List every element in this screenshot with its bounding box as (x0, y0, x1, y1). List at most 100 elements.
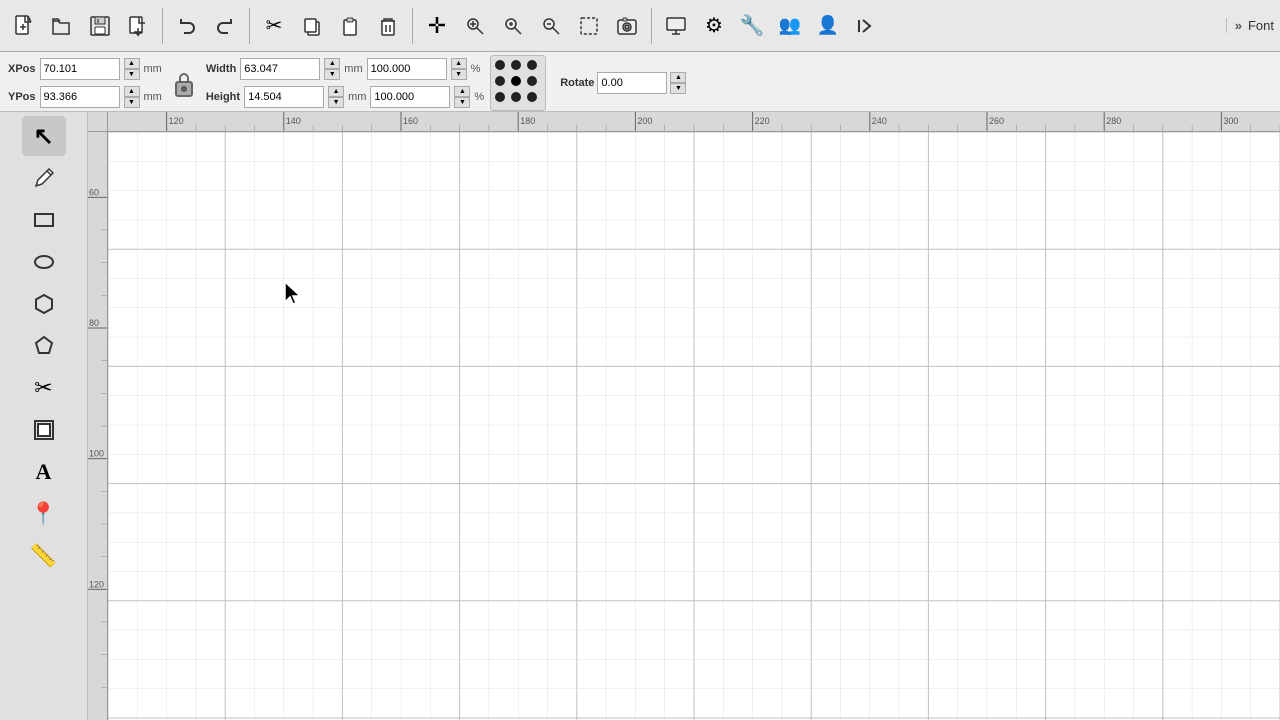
dot-tr[interactable] (527, 60, 537, 70)
paste-button[interactable] (332, 8, 368, 44)
xpos-down[interactable]: ▼ (124, 69, 140, 80)
rotate-input[interactable] (597, 72, 667, 94)
svg-text:200: 200 (637, 116, 652, 126)
save-file-button[interactable] (82, 8, 118, 44)
rotate-up[interactable]: ▲ (670, 72, 686, 83)
dot-tc[interactable] (511, 60, 521, 70)
dot-bl[interactable] (495, 92, 505, 102)
width-pct-down[interactable]: ▼ (451, 69, 467, 80)
zoom-out-button[interactable] (533, 8, 569, 44)
svg-text:160: 160 (403, 116, 418, 126)
svg-text:240: 240 (872, 116, 887, 126)
width-pct-up[interactable]: ▲ (451, 58, 467, 69)
text-tool-button[interactable]: A (22, 452, 66, 492)
width-spinner[interactable]: ▲ ▼ (324, 58, 340, 80)
select-all-button[interactable] (571, 8, 607, 44)
users-button[interactable]: 👥 (772, 8, 808, 44)
height-pct-symbol: % (474, 91, 484, 103)
height-up[interactable]: ▲ (328, 86, 344, 97)
rotate-group: Rotate ▲ ▼ (560, 72, 686, 94)
svg-text:140: 140 (286, 116, 301, 126)
height-pct-up[interactable]: ▲ (454, 86, 470, 97)
undo-button[interactable] (169, 8, 205, 44)
xpos-up[interactable]: ▲ (124, 58, 140, 69)
hexagon-tool-button[interactable] (22, 284, 66, 324)
ruler-corner (88, 112, 108, 132)
ypos-spinner[interactable]: ▲ ▼ (124, 86, 140, 108)
import-button[interactable] (120, 8, 156, 44)
height-down[interactable]: ▼ (328, 97, 344, 108)
width-up[interactable]: ▲ (324, 58, 340, 69)
export-button[interactable] (848, 8, 884, 44)
settings-button[interactable]: ⚙ (696, 8, 732, 44)
redo-button[interactable] (207, 8, 243, 44)
dot-mr[interactable] (527, 76, 537, 86)
height-pct-spinner[interactable]: ▲ ▼ (454, 86, 470, 108)
height-spinner[interactable]: ▲ ▼ (328, 86, 344, 108)
monitor-button[interactable] (658, 8, 694, 44)
new-file-button[interactable] (6, 8, 42, 44)
dot-ml[interactable] (495, 76, 505, 86)
grid-svg (108, 132, 1280, 720)
ypos-down[interactable]: ▼ (124, 97, 140, 108)
width-input[interactable] (240, 58, 320, 80)
move-button[interactable]: ✛ (419, 8, 455, 44)
tools-button[interactable]: 🔧 (734, 8, 770, 44)
height-unit: mm (348, 91, 366, 103)
height-input[interactable] (244, 86, 324, 108)
font-label[interactable]: Font (1248, 18, 1274, 33)
cut-button[interactable]: ✂ (256, 8, 292, 44)
sep4 (651, 8, 652, 44)
ypos-unit: mm (144, 91, 162, 103)
polygon-tool-button[interactable] (22, 326, 66, 366)
frame-tool-button[interactable] (22, 410, 66, 450)
rotate-down[interactable]: ▼ (670, 83, 686, 94)
width-unit: mm (344, 63, 362, 75)
height-pct-down[interactable]: ▼ (454, 97, 470, 108)
properties-bar: XPos ▲ ▼ mm YPos ▲ ▼ mm (0, 52, 1280, 112)
svg-text:260: 260 (989, 116, 1004, 126)
rectangle-tool-button[interactable] (22, 200, 66, 240)
select-tool-button[interactable]: ↖ (22, 116, 66, 156)
user-button[interactable]: 👤 (810, 8, 846, 44)
pin-tool-button[interactable]: 📍 (22, 494, 66, 534)
height-pct-input[interactable] (370, 86, 450, 108)
open-file-button[interactable] (44, 8, 80, 44)
svg-text:100: 100 (89, 449, 104, 459)
pencil-tool-button[interactable] (22, 158, 66, 198)
width-down[interactable]: ▼ (324, 69, 340, 80)
delete-button[interactable] (370, 8, 406, 44)
xpos-label: XPos (8, 63, 36, 75)
svg-text:280: 280 (1106, 116, 1121, 126)
width-pct-spinner[interactable]: ▲ ▼ (451, 58, 467, 80)
object-position-grid[interactable] (490, 55, 546, 111)
svg-text:120: 120 (169, 116, 184, 126)
dot-mc[interactable] (511, 76, 521, 86)
lock-icon[interactable] (168, 63, 200, 103)
ruler-tool-button[interactable]: 📏 (22, 536, 66, 576)
xpos-input[interactable] (40, 58, 120, 80)
dot-tl[interactable] (495, 60, 505, 70)
xpos-spinner[interactable]: ▲ ▼ (124, 58, 140, 80)
dot-bc[interactable] (511, 92, 521, 102)
more-button[interactable]: » (1235, 18, 1242, 33)
svg-text:180: 180 (520, 116, 535, 126)
copy-button[interactable] (294, 8, 330, 44)
ypos-input[interactable] (40, 86, 120, 108)
svg-text:80: 80 (89, 318, 99, 328)
cut-tool-button[interactable]: ✂ (22, 368, 66, 408)
zoom-select-button[interactable] (457, 8, 493, 44)
ellipse-tool-button[interactable] (22, 242, 66, 282)
rotate-label: Rotate (560, 77, 594, 89)
dot-br[interactable] (527, 92, 537, 102)
zoom-in-button[interactable] (495, 8, 531, 44)
width-pct-input[interactable] (367, 58, 447, 80)
sep3 (412, 8, 413, 44)
ruler-left: 6080100120 (88, 132, 108, 720)
width-label: Width (206, 63, 236, 75)
screenshot-button[interactable] (609, 8, 645, 44)
ypos-up[interactable]: ▲ (124, 86, 140, 97)
canvas-white[interactable] (108, 132, 1280, 720)
rotate-spinner[interactable]: ▲ ▼ (670, 72, 686, 94)
canvas-area[interactable]: 120140160180200220240260280300 608010012… (88, 112, 1280, 720)
